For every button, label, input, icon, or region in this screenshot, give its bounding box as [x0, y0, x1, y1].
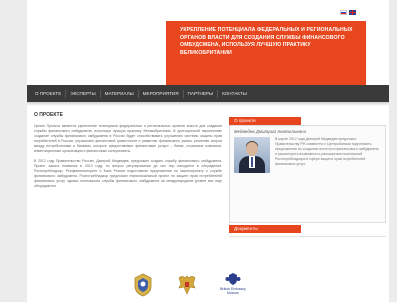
- banner-title: Укрепление потенциала федеральных и реги…: [180, 27, 353, 56]
- nav-item-experts[interactable]: Эксперты: [66, 89, 101, 98]
- sidebar-header: О проекте: [229, 117, 301, 125]
- language-switcher: [340, 10, 356, 15]
- nav-item-about[interactable]: О проекте: [31, 89, 67, 98]
- flag-uk-icon[interactable]: [349, 10, 356, 15]
- nav-divider: [27, 102, 389, 106]
- documents-header[interactable]: Документы: [229, 225, 301, 233]
- rospotrebnadzor-emblem-icon[interactable]: [132, 272, 154, 298]
- paragraph: В 2012 году Правительство России, Дмитри…: [34, 158, 222, 189]
- header-banner: Укрепление потенциала федеральных и реги…: [166, 21, 366, 85]
- nav-item-events[interactable]: Мероприятия: [139, 89, 184, 98]
- person-photo: [234, 137, 270, 173]
- paragraph: Целью Проекта является укрепление потенц…: [34, 124, 222, 154]
- british-embassy-crest-icon: [225, 273, 241, 285]
- main-content: О ПРОЕКТЕ Целью Проекта является укрепле…: [34, 112, 222, 193]
- nav-item-contacts[interactable]: Контакты: [218, 90, 251, 98]
- page-title: О ПРОЕКТЕ: [34, 112, 63, 118]
- sidebar-documents: Документы: [229, 225, 386, 237]
- divider: [229, 236, 386, 237]
- person-card: Медведев Дмитрий Анатольевич В марте 201…: [229, 125, 386, 223]
- sidebar-about: О проекте Медведев Дмитрий Анатольевич В…: [229, 117, 386, 223]
- nav-item-materials[interactable]: Материалы: [101, 89, 139, 98]
- partner-logos: British Embassy Moscow: [132, 272, 246, 298]
- embassy-city: Moscow: [227, 291, 239, 295]
- russia-coat-of-arms-icon[interactable]: [176, 272, 198, 298]
- nav-item-partners[interactable]: Партнеры: [184, 89, 219, 98]
- british-embassy-logo[interactable]: British Embassy Moscow: [220, 272, 246, 295]
- flag-ru-icon[interactable]: [340, 10, 347, 15]
- person-name[interactable]: Медведев Дмитрий Анатольевич: [234, 129, 381, 134]
- main-navigation: О проекте Эксперты Материалы Мероприятия…: [27, 85, 389, 102]
